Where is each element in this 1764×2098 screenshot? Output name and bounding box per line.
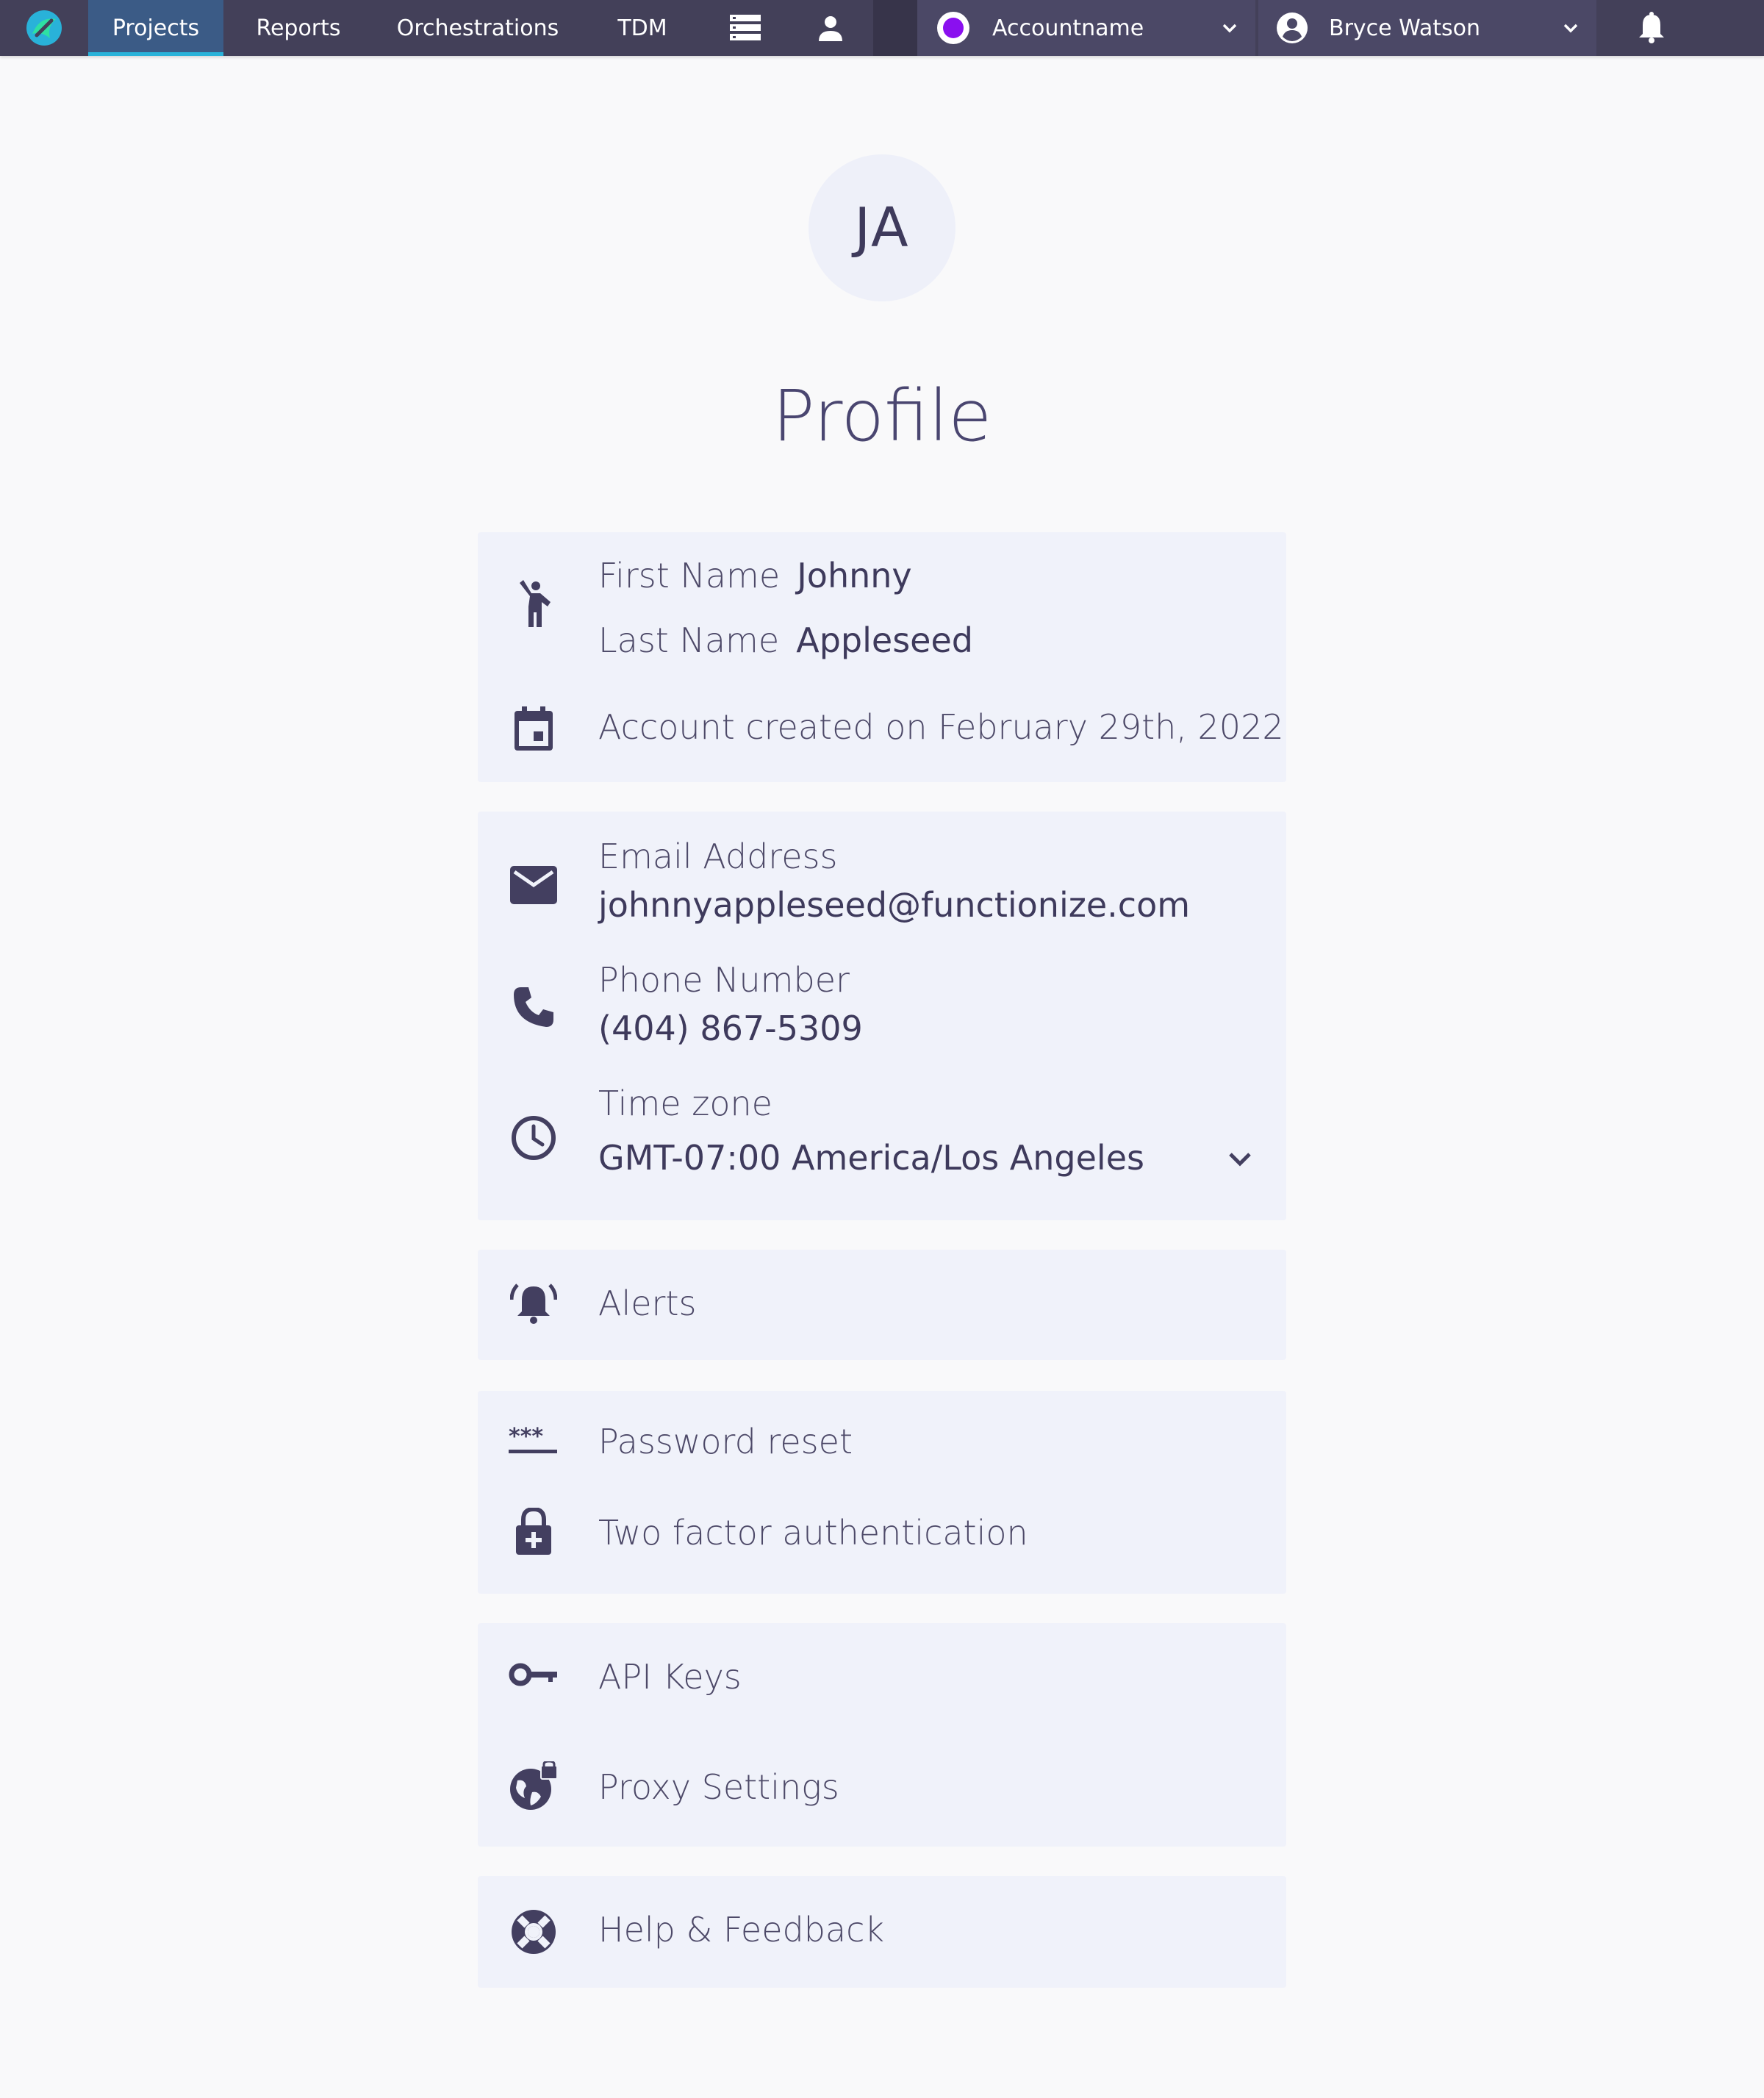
phone-label: Phone Number (598, 960, 850, 1000)
key-icon (509, 1660, 559, 1689)
svg-text:***: *** (509, 1425, 543, 1450)
tab-tdm[interactable]: TDM (582, 0, 703, 56)
alerts-card[interactable]: Alerts (478, 1250, 1286, 1360)
first-name-value: Johnny (797, 556, 912, 595)
phone-value: (404) 867-5309 (598, 1009, 863, 1048)
api-keys-item[interactable]: API Keys (478, 1623, 1286, 1733)
email-icon (509, 860, 559, 910)
name-row: First Name Johnny Last Name Appleseed (478, 532, 1286, 676)
person-waving-icon (509, 579, 559, 629)
two-factor-item[interactable]: Two factor authentication (478, 1492, 1286, 1594)
two-factor-label: Two factor authentication (598, 1513, 1028, 1553)
lifebuoy-icon (509, 1907, 559, 1957)
chevron-down-icon (1222, 24, 1237, 33)
user-circle-icon (1277, 12, 1308, 43)
user-menu[interactable]: Bryce Watson (1258, 0, 1596, 56)
email-label: Email Address (598, 837, 838, 876)
identity-card: First Name Johnny Last Name Appleseed Ac… (478, 532, 1286, 782)
timezone-label: Time zone (598, 1084, 772, 1123)
created-row: Account created on February 29th, 2022 (478, 697, 1286, 762)
contact-card: Email Address johnnyappleseed@functioniz… (478, 812, 1286, 1220)
avatar: JA (808, 154, 956, 301)
password-icon: *** (509, 1424, 559, 1454)
user-name: Bryce Watson (1329, 15, 1481, 41)
help-feedback-label: Help & Feedback (598, 1910, 885, 1950)
last-name-value: Appleseed (796, 620, 973, 660)
proxy-settings-item[interactable]: Proxy Settings (478, 1733, 1286, 1847)
chevron-down-icon (1229, 1153, 1251, 1167)
tab-projects[interactable]: Projects (88, 0, 223, 56)
top-nav-bar: Projects Reports Orchestrations TDM Acco… (0, 0, 1764, 56)
last-name-label: Last Name (598, 620, 780, 660)
account-dot-icon (937, 12, 969, 44)
calendar-icon (509, 704, 559, 754)
phone-icon (509, 982, 559, 1032)
timezone-value: GMT-07:00 America/Los Angeles (598, 1138, 1144, 1178)
password-reset-label: Password reset (598, 1422, 853, 1461)
password-reset-item[interactable]: *** Password reset (478, 1391, 1286, 1492)
email-value: johnnyappleseed@functionize.com (598, 885, 1191, 925)
list-icon[interactable] (703, 0, 788, 56)
account-created-text: Account created on February 29th, 2022 (598, 707, 1284, 747)
chevron-down-icon (1563, 24, 1578, 33)
tab-orchestrations[interactable]: Orchestrations (373, 0, 582, 56)
lock-plus-icon (509, 1507, 559, 1557)
first-name-label: First Name (598, 556, 781, 595)
person-icon[interactable] (788, 0, 873, 56)
security-card: *** Password reset Two factor authentica… (478, 1391, 1286, 1594)
bell-icon[interactable] (1596, 0, 1707, 56)
help-card[interactable]: Help & Feedback (478, 1876, 1286, 1988)
account-selector[interactable]: Accountname (917, 0, 1255, 56)
api-keys-label: API Keys (598, 1657, 742, 1697)
account-name: Accountname (992, 15, 1144, 41)
alerts-label: Alerts (598, 1283, 697, 1323)
proxy-settings-label: Proxy Settings (598, 1767, 839, 1807)
clock-icon (509, 1113, 559, 1163)
developer-card: API Keys Proxy Settings (478, 1623, 1286, 1847)
nav-divider (873, 0, 917, 56)
alarm-bell-icon (509, 1279, 559, 1329)
page-title: Profile (772, 375, 992, 457)
tab-reports[interactable]: Reports (223, 0, 373, 56)
timezone-select[interactable]: GMT-07:00 America/Los Angeles (598, 1131, 1252, 1184)
logo-icon[interactable] (0, 0, 88, 56)
globe-lock-icon (509, 1761, 559, 1811)
